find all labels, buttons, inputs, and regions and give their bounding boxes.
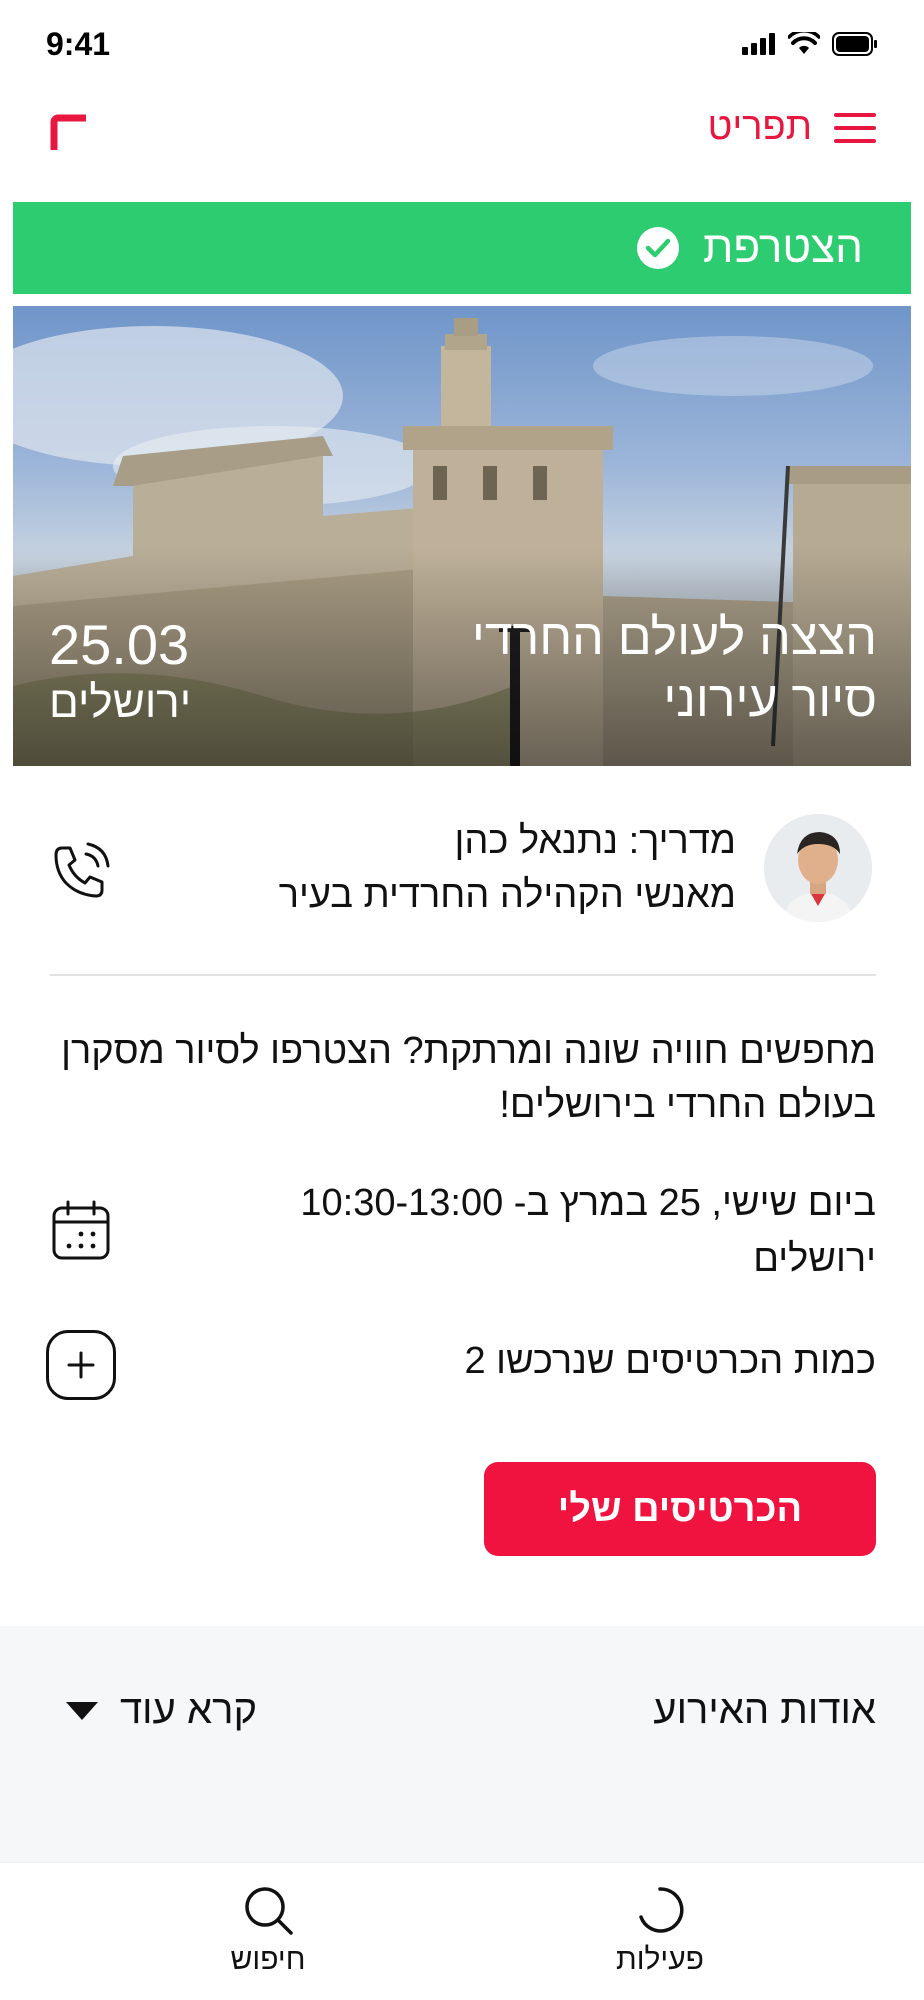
event-date: 25.03: [49, 613, 190, 676]
search-icon: [245, 1887, 293, 1935]
hamburger-icon: [834, 112, 876, 143]
joined-status-text: הצטרפת: [702, 223, 863, 272]
phone-call-icon[interactable]: [48, 840, 112, 904]
menu-label: תפריט: [707, 106, 812, 148]
about-title: אודות האירוע: [653, 1688, 876, 1732]
status-bar: 9:41: [0, 0, 924, 90]
schedule-datetime: ביום שישי, 25 במרץ ב- 10:30-13:00: [300, 1182, 876, 1224]
nav-search-label: חיפוש: [230, 1943, 306, 1976]
event-subtitle: סיור עירוני: [663, 671, 877, 727]
top-nav: תפריט: [0, 92, 924, 172]
my-tickets-button[interactable]: הכרטיסים שלי: [484, 1462, 876, 1556]
bottom-nav: חיפוש פעילות: [0, 1862, 924, 2000]
activity-icon: [639, 1887, 684, 1933]
nav-activities[interactable]: פעילות: [580, 1883, 740, 1977]
menu-button[interactable]: תפריט: [708, 106, 876, 149]
nav-activities-label: פעילות: [616, 1943, 704, 1976]
tickets-row: כמות הכרטיסים שנרכשו 2: [0, 1326, 924, 1406]
event-city: ירושלים: [49, 678, 192, 727]
event-schedule: ביום שישי, 25 במרץ ב- 10:30-13:00 ירושלי…: [0, 1174, 924, 1294]
wifi-icon: [788, 32, 820, 54]
check-circle-icon: [636, 227, 679, 269]
status-time: 9:41: [46, 26, 111, 62]
guide-role: מאנשי הקהילה החרדית בעיר: [278, 874, 736, 916]
tickets-count-text: כמות הכרטיסים שנרכשו 2: [464, 1340, 876, 1382]
guide-name: מדריך: נתנאל כהן: [454, 820, 736, 862]
caret-down-icon: [66, 1701, 98, 1720]
about-section: אודות האירוע קרא עוד: [0, 1626, 924, 1862]
signal-icon: [742, 33, 775, 55]
guide-info: מדריך: נתנאל כהן מאנשי הקהילה החרדית בעי…: [0, 810, 924, 940]
plus-icon: [67, 1351, 95, 1379]
status-icons: [742, 32, 878, 56]
battery-icon: [832, 32, 877, 56]
section-divider: [50, 974, 876, 976]
nav-search[interactable]: חיפוש: [188, 1883, 348, 1977]
event-title: הצצה לעולם החרדי: [471, 609, 877, 665]
calendar-icon[interactable]: [50, 1200, 112, 1262]
joined-status-banner: הצטרפת: [13, 202, 911, 294]
brand-logo-icon[interactable]: [50, 114, 86, 150]
event-description: מחפשים חוויה שונה ומרתקת? הצטרפו לסיור מ…: [61, 1030, 876, 1126]
read-more-button[interactable]: קרא עוד: [66, 1688, 257, 1733]
event-hero[interactable]: הצצה לעולם החרדי סיור עירוני 25.03 ירושל…: [13, 306, 911, 766]
schedule-location: ירושלים: [753, 1238, 876, 1280]
add-ticket-button[interactable]: [46, 1330, 116, 1400]
read-more-label: קרא עוד: [120, 1688, 258, 1732]
guide-avatar[interactable]: [764, 814, 872, 922]
